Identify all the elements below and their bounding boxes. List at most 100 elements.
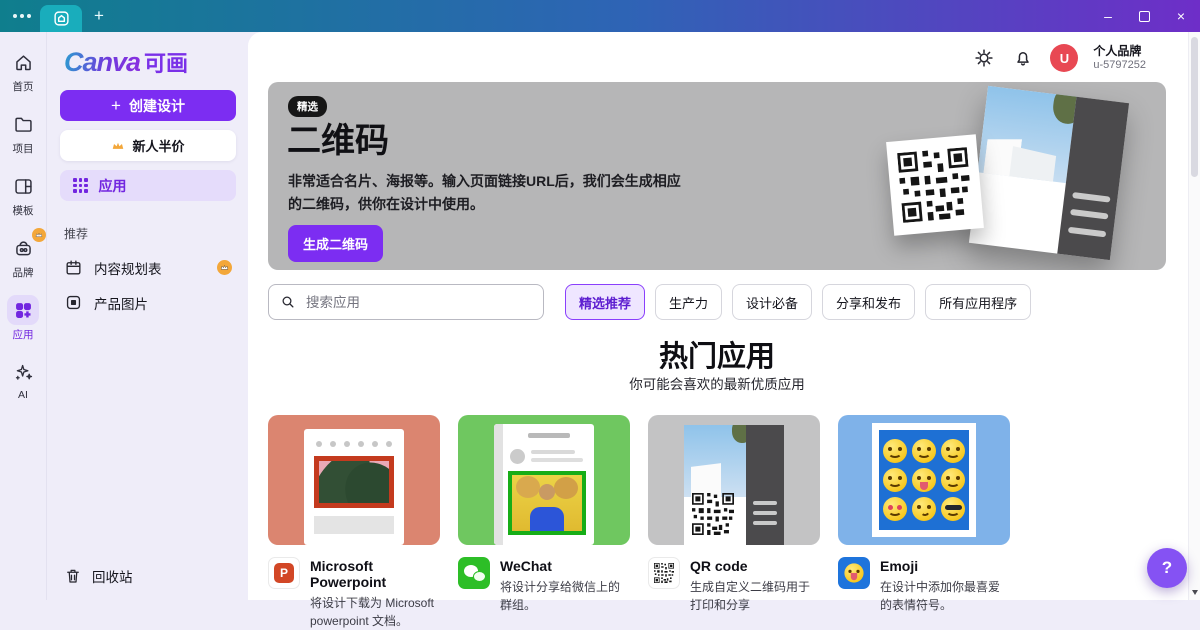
brand-icon (7, 228, 46, 263)
poster-preview (968, 85, 1130, 261)
app-name: WeChat (500, 558, 552, 574)
chevron-down-icon[interactable] (1161, 52, 1174, 65)
create-design-label: 创建设计 (128, 97, 185, 114)
qr-code-card (886, 134, 984, 236)
header-actions: U 个人品牌 u-5797252 (972, 44, 1174, 73)
promo-button[interactable]: 新人半价 (60, 130, 236, 161)
crown-badge-icon (32, 228, 46, 242)
app-name: Microsoft Powerpoint (310, 558, 387, 590)
emoji-icon (838, 557, 870, 589)
main-content: U 个人品牌 u-5797252 精选 二维码 非常适合名片、海报等。输入页面链… (248, 32, 1188, 628)
app-card-qr-code[interactable]: QR code 生成自定义二维码用于打印和分享 (648, 415, 820, 630)
trash-item[interactable]: 回收站 (64, 566, 133, 586)
sidebar-item-label: AI (18, 389, 28, 401)
product-image-icon (66, 295, 81, 310)
trash-icon (67, 569, 79, 583)
app-card-emoji[interactable]: Emoji 在设计中添加你最喜爱的表情符号。 (838, 415, 1010, 630)
create-design-button[interactable]: + 创建设计 (60, 90, 236, 121)
app-card-wechat[interactable]: WeChat 将设计分享给微信上的群组。 (458, 415, 630, 630)
panel-apps-label: 应用 (98, 177, 127, 194)
ai-sparkle-icon (7, 357, 39, 387)
calendar-icon (66, 260, 81, 275)
tab-share-publish[interactable]: 分享和发布 (822, 284, 916, 320)
canva-logo-text: Canva (64, 47, 141, 77)
sidebar-panel: Canva 可画 + 创建设计 新人半价 应用 推荐 内容规划表 产品图片 回收… (48, 32, 248, 600)
wechat-tile-art (458, 415, 630, 545)
panel-item-apps[interactable]: 应用 (60, 170, 236, 201)
scrollbar-down-arrow[interactable] (1191, 590, 1198, 595)
emoji-face (941, 439, 965, 463)
tab-design-essentials[interactable]: 设计必备 (732, 284, 813, 320)
notifications-bell-icon[interactable] (1011, 46, 1035, 70)
section-subtitle: 你可能会喜欢的最新优质应用 (629, 377, 805, 392)
profile-info[interactable]: 个人品牌 u-5797252 (1093, 44, 1146, 73)
sidebar-item-apps[interactable]: 应用 (7, 295, 39, 342)
search-input[interactable] (304, 293, 532, 311)
new-tab-button[interactable]: + (88, 0, 110, 32)
sidebar-item-label: 品牌 (12, 267, 34, 279)
panel-item-content-planner[interactable]: 内容规划表 (60, 250, 236, 285)
app-description: 生成自定义二维码用于打印和分享 (690, 580, 811, 612)
maximize-button[interactable] (1139, 10, 1150, 22)
sidebar-item-label: 项目 (12, 143, 34, 155)
sidebar-item-home[interactable]: 首页 (7, 47, 39, 94)
tab-all-apps[interactable]: 所有应用程序 (925, 284, 1032, 320)
filter-tabs: 精选推荐 生产力 设计必备 分享和发布 所有应用程序 (565, 284, 1032, 320)
minimize-button[interactable]: – (1101, 9, 1115, 23)
apps-grid-icon (73, 178, 88, 193)
emoji-face (941, 468, 965, 492)
app-card-powerpoint[interactable]: P Microsoft Powerpoint 将设计下载为 Microsoft … (268, 415, 440, 630)
emoji-face (912, 468, 936, 492)
promo-label: 新人半价 (132, 139, 185, 154)
sidebar-item-projects[interactable]: 项目 (7, 109, 39, 156)
scrollbar[interactable] (1188, 32, 1200, 600)
qr-code-icon (648, 557, 680, 589)
recommend-label: 推荐 (64, 227, 89, 241)
crown-icon (113, 142, 124, 149)
canva-logo[interactable]: Canva 可画 (64, 46, 236, 78)
building-photo (977, 85, 1077, 184)
crown-badge-icon (217, 260, 232, 275)
folder-icon (7, 109, 39, 139)
apps-grid: P Microsoft Powerpoint 将设计下载为 Microsoft … (268, 415, 1010, 630)
app-description: 将设计分享给微信上的群组。 (500, 580, 621, 612)
emoji-face (883, 468, 907, 492)
close-button[interactable]: × (1174, 9, 1188, 23)
emoji-face (883, 497, 907, 521)
app-search[interactable] (268, 284, 544, 320)
home-icon (7, 47, 39, 77)
sidebar-item-ai[interactable]: AI (7, 357, 39, 401)
profile-name: 个人品牌 (1093, 44, 1142, 58)
panel-item-label: 产品图片 (94, 296, 148, 312)
scrollbar-thumb[interactable] (1191, 37, 1198, 177)
tab-featured[interactable]: 精选推荐 (565, 284, 646, 320)
sidebar-item-templates[interactable]: 模板 (7, 171, 39, 218)
avatar[interactable]: U (1050, 44, 1079, 73)
hero-artwork (886, 85, 1136, 262)
powerpoint-icon: P (268, 557, 300, 589)
home-tab-icon (53, 10, 70, 27)
sidebar-item-label: 模板 (12, 205, 34, 217)
sidebar-item-label: 首页 (12, 81, 34, 93)
settings-gear-icon[interactable] (972, 46, 996, 70)
app-description: 在设计中添加你最喜爱的表情符号。 (880, 580, 1001, 612)
search-icon (282, 296, 294, 308)
wechat-icon (458, 557, 490, 589)
tab-productivity[interactable]: 生产力 (655, 284, 723, 320)
help-button[interactable]: ? (1147, 548, 1187, 588)
panel-item-product-photos[interactable]: 产品图片 (60, 285, 236, 320)
sidebar-item-brand[interactable]: 品牌 (7, 228, 46, 280)
hero-description: 非常适合名片、海报等。输入页面链接URL后，我们会生成相应的二维码，供你在设计中… (288, 173, 681, 212)
generate-qr-button[interactable]: 生成二维码 (288, 225, 384, 262)
window-controls: – × (1101, 0, 1188, 32)
app-shell: 首页 项目 模板 品牌 应用 AI Canva 可画 + 创建设计 新人半价 应… (0, 32, 1200, 628)
emoji-tile-art (838, 415, 1010, 545)
sidebar-item-label: 应用 (12, 329, 34, 341)
canva-logo-cn-text: 可画 (144, 51, 189, 76)
hero-title: 二维码 (287, 122, 389, 160)
more-menu-icon[interactable] (13, 14, 31, 18)
emoji-face (912, 439, 936, 463)
sidebar-rail: 首页 项目 模板 品牌 应用 AI (0, 32, 47, 600)
app-tab[interactable] (40, 5, 82, 32)
powerpoint-tile-art (268, 415, 440, 545)
